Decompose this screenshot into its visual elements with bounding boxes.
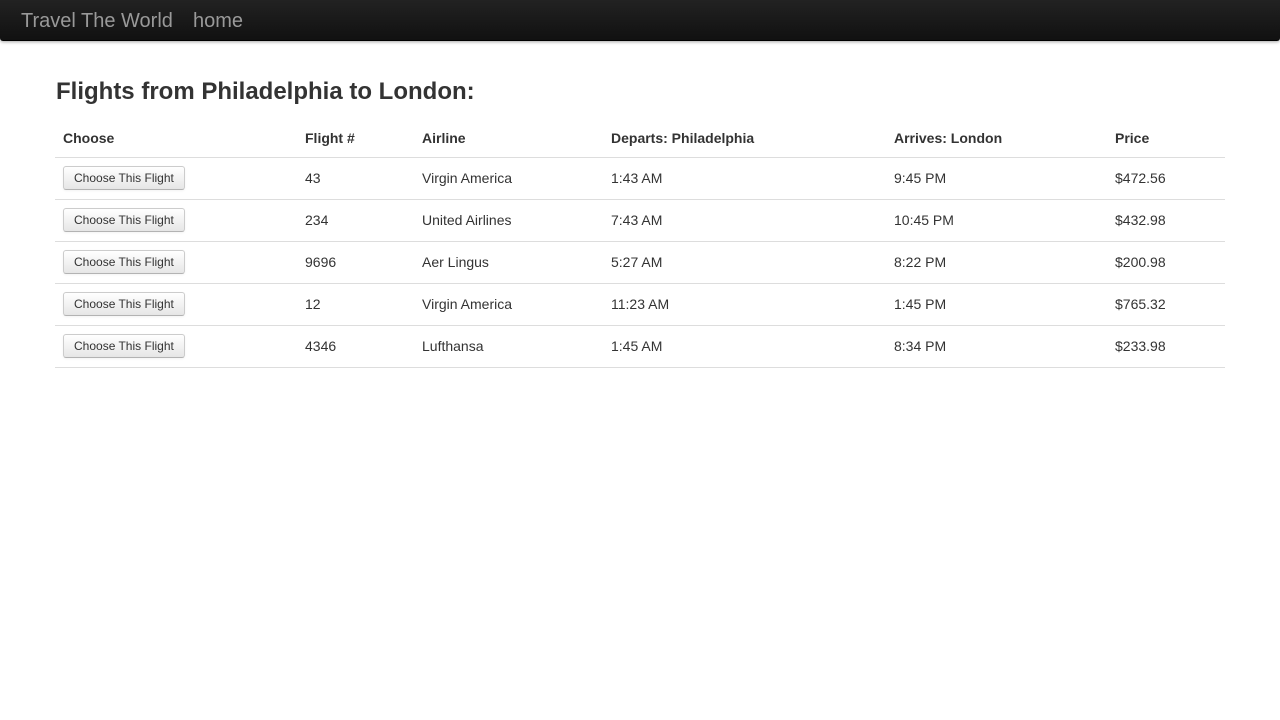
price-cell: $432.98 [1107, 199, 1225, 242]
choose-cell: Choose This Flight [55, 241, 297, 284]
choose-flight-button[interactable]: Choose This Flight [63, 166, 185, 190]
table-header-row: Choose Flight # Airline Departs: Philade… [55, 120, 1225, 158]
price-cell: $472.56 [1107, 157, 1225, 200]
airline-cell: United Airlines [414, 199, 603, 242]
arrives-cell: 8:22 PM [886, 241, 1107, 284]
arrives-cell: 9:45 PM [886, 157, 1107, 200]
flights-table: Choose Flight # Airline Departs: Philade… [55, 120, 1225, 368]
arrives-cell: 8:34 PM [886, 325, 1107, 368]
choose-cell: Choose This Flight [55, 325, 297, 368]
nav-home-link[interactable]: home [193, 9, 243, 33]
choose-flight-button[interactable]: Choose This Flight [63, 208, 185, 232]
airline-cell: Virgin America [414, 283, 603, 326]
table-row: Choose This Flight 9696 Aer Lingus 5:27 … [55, 241, 1225, 284]
header-arrives: Arrives: London [886, 120, 1107, 158]
flight-number-cell: 43 [297, 157, 414, 200]
choose-cell: Choose This Flight [55, 199, 297, 242]
airline-cell: Aer Lingus [414, 241, 603, 284]
flight-number-cell: 12 [297, 283, 414, 326]
departs-cell: 7:43 AM [603, 199, 886, 242]
header-flight-number: Flight # [297, 120, 414, 158]
choose-flight-button[interactable]: Choose This Flight [63, 292, 185, 316]
header-price: Price [1107, 120, 1225, 158]
table-row: Choose This Flight 43 Virgin America 1:4… [55, 157, 1225, 200]
flight-number-cell: 4346 [297, 325, 414, 368]
table-row: Choose This Flight 234 United Airlines 7… [55, 199, 1225, 242]
departs-cell: 11:23 AM [603, 283, 886, 326]
header-departs: Departs: Philadelphia [603, 120, 886, 158]
arrives-cell: 1:45 PM [886, 283, 1107, 326]
airline-cell: Virgin America [414, 157, 603, 200]
table-row: Choose This Flight 12 Virgin America 11:… [55, 283, 1225, 326]
price-cell: $200.98 [1107, 241, 1225, 284]
departs-cell: 1:43 AM [603, 157, 886, 200]
departs-cell: 5:27 AM [603, 241, 886, 284]
departs-cell: 1:45 AM [603, 325, 886, 368]
choose-flight-button[interactable]: Choose This Flight [63, 250, 185, 274]
price-cell: $765.32 [1107, 283, 1225, 326]
price-cell: $233.98 [1107, 325, 1225, 368]
brand-link[interactable]: Travel The World [21, 9, 173, 33]
header-choose: Choose [55, 120, 297, 158]
flight-number-cell: 9696 [297, 241, 414, 284]
choose-cell: Choose This Flight [55, 157, 297, 200]
table-row: Choose This Flight 4346 Lufthansa 1:45 A… [55, 325, 1225, 368]
choose-cell: Choose This Flight [55, 283, 297, 326]
airline-cell: Lufthansa [414, 325, 603, 368]
flight-number-cell: 234 [297, 199, 414, 242]
header-airline: Airline [414, 120, 603, 158]
top-navbar: Travel The World home [0, 0, 1280, 41]
arrives-cell: 10:45 PM [886, 199, 1107, 242]
page-title: Flights from Philadelphia to London: [56, 78, 475, 105]
choose-flight-button[interactable]: Choose This Flight [63, 334, 185, 358]
